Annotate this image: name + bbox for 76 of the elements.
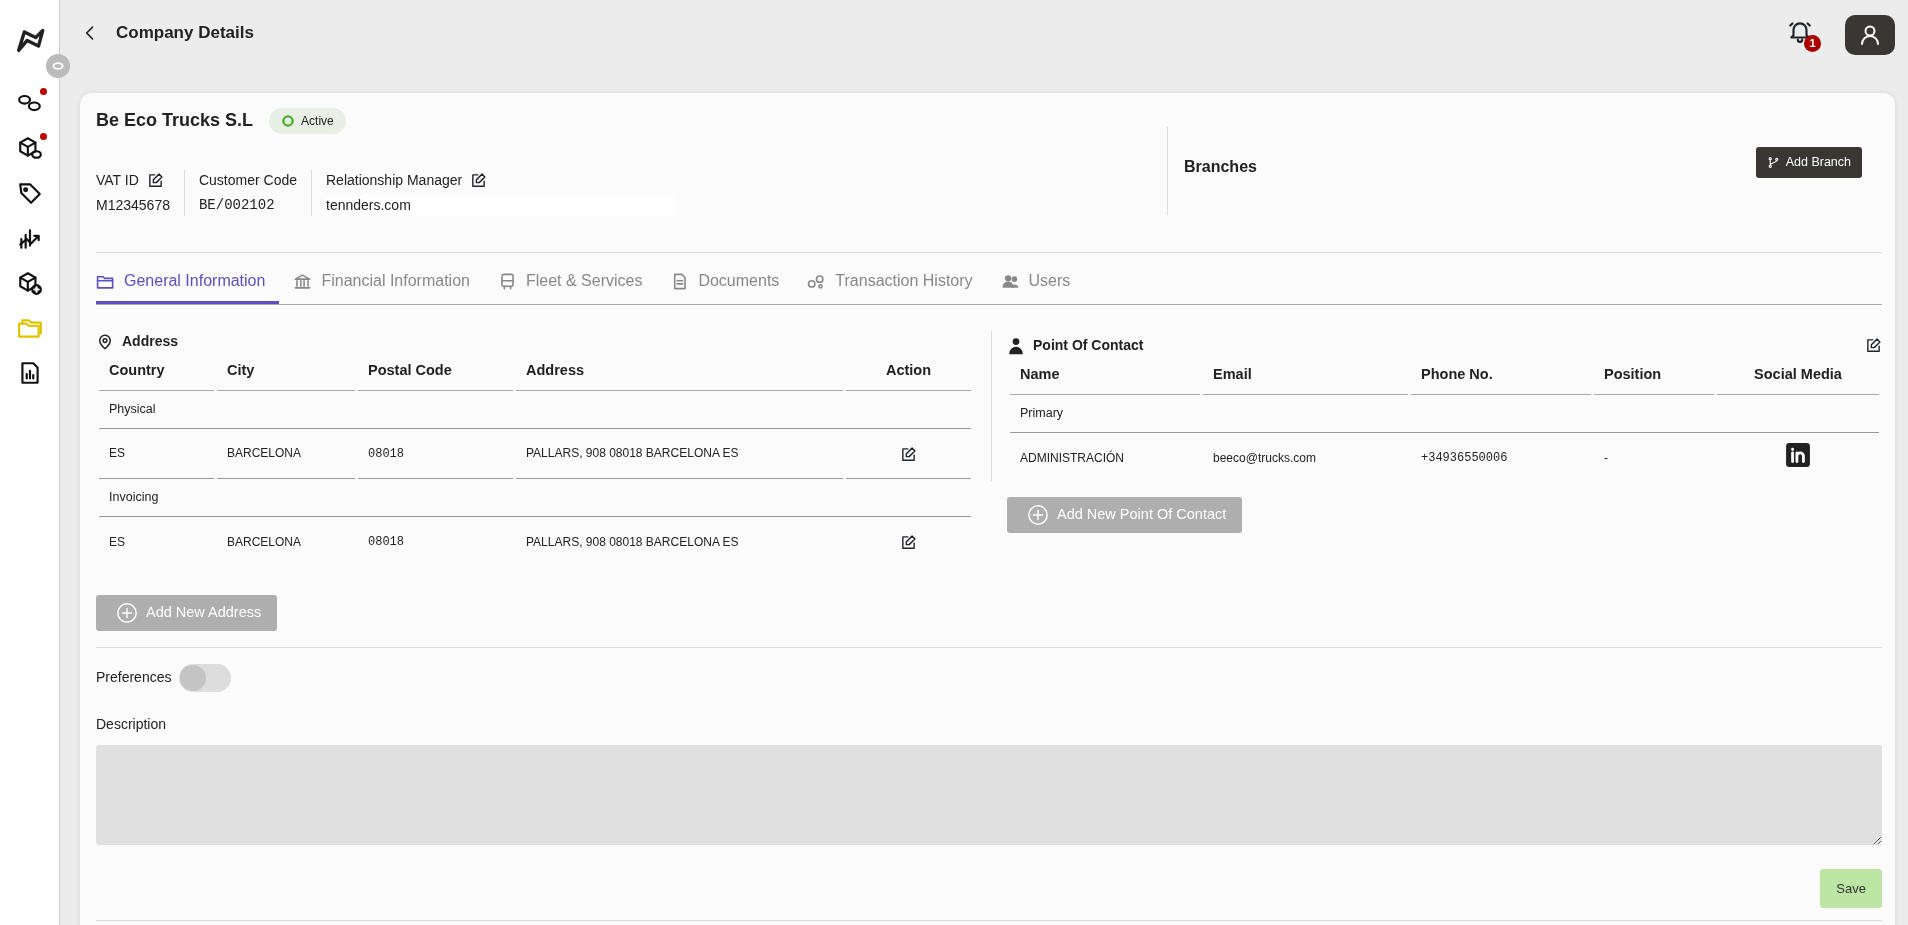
tab[interactable]: Fleet & Services: [483, 259, 657, 304]
tab[interactable]: General Information: [96, 259, 280, 304]
person-icon: [1007, 336, 1025, 355]
notification-button[interactable]: 1: [1787, 18, 1821, 52]
table-cell: ES: [109, 446, 125, 461]
column-header: City: [217, 354, 355, 391]
column-header: Name: [1010, 358, 1200, 395]
edit-icon: [146, 172, 164, 189]
package-icon: [16, 135, 43, 161]
column-header: Country: [99, 354, 214, 391]
table-cell: beeco@trucks.com: [1213, 450, 1316, 465]
field-value: M12345678: [96, 196, 170, 215]
plus-circle-icon: [1027, 503, 1049, 526]
group-label: Physical: [109, 401, 156, 416]
tab[interactable]: Users: [986, 259, 1085, 304]
preferences-label: Preferences: [96, 668, 172, 688]
column-header: Email: [1203, 358, 1408, 395]
tab[interactable]: Transaction History: [793, 259, 987, 304]
column-header: Phone No.: [1411, 358, 1591, 395]
column-header: Postal Code: [358, 354, 513, 391]
edit-icon: [470, 172, 488, 189]
section-title: Address: [96, 331, 974, 352]
edit-button[interactable]: [470, 172, 488, 189]
column-header: Address: [516, 354, 843, 391]
notification-dot: [39, 133, 47, 140]
table-cell: PALLARS, 908 08018 BARCELONA ES: [526, 446, 739, 461]
user-icon: [1858, 23, 1882, 47]
tab[interactable]: Documents: [656, 259, 794, 304]
table-cell: ADMINISTRACIÓN: [1020, 450, 1124, 465]
company-name: Be Eco Trucks S.L: [96, 109, 254, 132]
tab[interactable]: Financial Information: [279, 259, 484, 304]
plus-circle-icon: [116, 601, 138, 624]
table-cell: 08018: [368, 535, 404, 550]
table-cell: +34936550006: [1421, 451, 1508, 466]
table-cell: PALLARS, 908 08018 BARCELONA ES: [526, 534, 739, 549]
group-label: Invoicing: [109, 489, 159, 504]
tag-icon: [16, 180, 43, 206]
table-cell: -: [1604, 450, 1608, 465]
section-title: Branches: [1184, 157, 1257, 177]
field-value: tennders.com: [326, 195, 676, 216]
column-header: Position: [1594, 358, 1714, 395]
edit-button[interactable]: [146, 172, 164, 189]
oval-icon: [51, 59, 65, 73]
edit-icon: [1865, 337, 1882, 354]
edit-icon: [900, 445, 917, 463]
linkedin-link[interactable]: [1785, 442, 1811, 469]
field-label: Customer Code: [198, 171, 297, 190]
column-header: Social Media: [1717, 358, 1879, 395]
section-title: Point Of Contact: [1007, 335, 1882, 356]
notification-dot: [39, 88, 47, 95]
collapse-toggle[interactable]: [46, 54, 70, 78]
profile-button[interactable]: [1845, 15, 1895, 55]
preferences-toggle[interactable]: [179, 663, 232, 692]
edit-button[interactable]: [1865, 337, 1882, 354]
table-cell: BARCELONA: [227, 534, 302, 549]
column-header: Action: [846, 354, 971, 391]
status-ring-icon: [281, 113, 296, 128]
branch-icon: [1766, 155, 1780, 169]
field-label: VAT ID: [96, 171, 139, 190]
bank-icon: [293, 271, 313, 291]
group-label: Primary: [1020, 405, 1064, 420]
page-title: Company Details: [116, 22, 254, 44]
field-value: BE/002102: [198, 196, 276, 215]
table-cell: 08018: [368, 446, 404, 461]
table-cell: ES: [109, 534, 125, 549]
status-badge: Active: [269, 107, 346, 134]
edit-icon: [900, 534, 917, 551]
table-cell: BARCELONA: [227, 446, 302, 461]
linkedin-icon: [1785, 442, 1811, 469]
notification-count: 1: [1804, 35, 1821, 52]
package-plus-icon: [16, 270, 43, 296]
add-branch-button[interactable]: Add Branch: [1755, 147, 1862, 178]
description-label: Description: [96, 714, 168, 734]
pin-icon: [96, 332, 114, 351]
field-label: Relationship Manager: [326, 171, 463, 190]
description-field[interactable]: [96, 744, 1882, 845]
